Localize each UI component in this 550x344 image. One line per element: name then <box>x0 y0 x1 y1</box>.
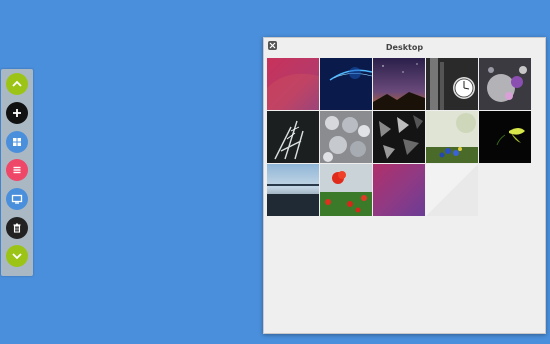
scroll-up-button[interactable] <box>6 73 28 95</box>
chevron-up-icon <box>12 80 22 87</box>
add-button[interactable] <box>6 102 28 124</box>
thumbnail-blue-flowers[interactable] <box>426 111 478 163</box>
thumbnail-purple-gradient[interactable] <box>373 164 425 216</box>
thumbnail-dark-leaves[interactable] <box>373 111 425 163</box>
thumbnail-white-plain[interactable] <box>426 164 478 216</box>
thumbnail-mountain-night-sky[interactable] <box>373 58 425 110</box>
monitor-icon <box>11 194 23 204</box>
wallpaper-grid <box>267 58 532 218</box>
thumbnail-frosted-grass[interactable] <box>267 111 319 163</box>
thumbnail-lake-horizon[interactable] <box>267 164 319 216</box>
thumbnail-blue-light-streak[interactable] <box>320 58 372 110</box>
thumbnail-pink-gradient[interactable] <box>267 58 319 110</box>
thumbnail-ice-crystals[interactable] <box>320 111 372 163</box>
grid-view-button[interactable] <box>6 131 28 153</box>
window-titlebar: Desktop <box>264 38 545 58</box>
list-icon <box>13 166 21 174</box>
thumbnail-bw-clock-tower[interactable] <box>426 58 478 110</box>
list-view-button[interactable] <box>6 159 28 181</box>
plus-icon <box>13 109 21 117</box>
delete-button[interactable] <box>6 217 28 239</box>
grid-icon <box>13 138 21 146</box>
desktop-window: Desktop <box>263 37 546 334</box>
wallpaper-button[interactable] <box>6 188 28 210</box>
thumbnail-yellow-flower-black[interactable] <box>479 111 531 163</box>
thumbnail-red-poppies[interactable] <box>320 164 372 216</box>
window-title: Desktop <box>385 43 424 52</box>
chevron-down-icon <box>12 253 22 260</box>
trash-icon <box>13 223 21 233</box>
thumbnail-glass-bokeh[interactable] <box>479 58 531 110</box>
side-dock <box>1 69 33 276</box>
scroll-down-button[interactable] <box>6 245 28 267</box>
